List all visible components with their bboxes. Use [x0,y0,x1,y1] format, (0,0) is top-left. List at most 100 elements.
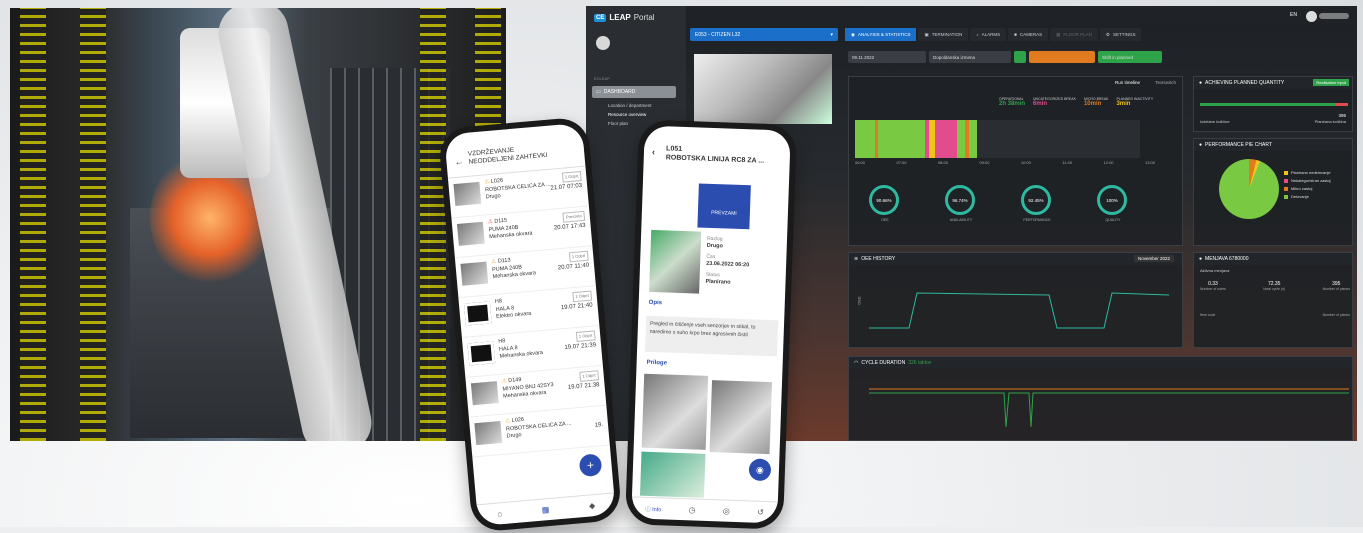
tab-analysis[interactable]: ◉ ANALYSIS & STATISTICS [845,28,917,41]
textswitch-tab[interactable]: Textswitch [1155,80,1176,85]
legend-value: 3min [1116,101,1131,107]
bottom-nav: ⓘ Info ◷ ◎ ↺ [631,496,778,524]
period-select[interactable]: Dopoldanska izmena [929,51,1011,63]
legend-item: Delovanje [1284,193,1331,201]
sidebar-item-location[interactable]: Location / department [608,103,652,108]
legend-item: Nekategoriziran zastoj [1284,177,1331,185]
wifi-icon: ◠ [854,360,859,366]
user-avatar-top[interactable] [1306,11,1317,22]
history-icon[interactable]: ↺ [757,508,764,517]
gauge: 92.45% PERFORMANCE [1021,185,1053,222]
item-code: L026 [490,177,504,185]
gauge-value: 100% [1097,185,1127,215]
apply-button[interactable] [1014,51,1026,63]
stat-label: Ideal cycle (s) [1263,287,1286,291]
oee-history-chart [869,292,1170,329]
tab-settings[interactable]: ⚙ SETTINGS [1099,28,1142,41]
prevzemi-button[interactable]: PREVZAMI [697,183,751,230]
user-avatar[interactable] [596,36,610,50]
produced-label: Izdelane količine [1200,119,1230,124]
sidebar-item-resource[interactable]: Resource overview [608,112,646,117]
shift-stats: 0.33 Number of users 72.35 Ideal cycle (s) 3… [1200,281,1350,291]
panel-title: ● PERFORMANCE PIE CHART [1194,139,1352,151]
bottom-nav: ⌂ ▦ ◆ [476,492,616,527]
time-tick: 11:00 [1062,160,1073,165]
machine-select-value: E053 - CITIZEN L32 [695,31,741,38]
tab-alarms[interactable]: ♪ ALARMS [970,28,1007,41]
attachment-image[interactable] [639,451,706,498]
shift-button[interactable]: Shift in planned [1098,51,1162,63]
attachment-image[interactable] [709,380,773,455]
camera-icon: ■ [1014,32,1017,37]
time-tick: 08:00 [937,160,948,165]
info-status: Status Planirano [705,272,785,289]
sidebar-item-label: DASHBOARD [603,89,636,95]
realisation-badge[interactable]: Realisation input [1313,79,1349,86]
timeline-segment [965,120,969,158]
factory-photo [10,8,506,441]
stat: 72.35 Ideal cycle (s) [1263,281,1285,291]
date-input[interactable]: 09.11.2022 [848,51,926,63]
shift-panel: ● MENJAVA 6780000 Aktivna menjava 0.33 Num… [1193,252,1353,348]
thumbnail [456,221,485,246]
run-timeline-bar [855,120,1140,158]
info-icon: ● [1199,142,1203,148]
monitor-icon: ▭ [596,89,601,95]
tab-label: SETTINGS [1112,32,1136,37]
info-value: Planirano [705,278,731,286]
machine-image [694,54,832,124]
thumbnail [474,420,503,446]
item-code: D149 [508,376,522,385]
item-code: H8 [498,338,506,345]
nav-info-label: Info [652,506,662,513]
cycle-panel: ◠ CYCLE DURATION 326 taktov [848,356,1353,441]
gauge-label: OEE [881,218,889,222]
gauge-value: 90.66% [869,185,899,215]
language-select[interactable]: EN [1290,12,1297,18]
user-name [1319,13,1349,19]
tab-label: ALARMS [981,32,1001,37]
list-icon[interactable]: ▦ [541,505,549,515]
recalculate-button[interactable] [1029,51,1095,63]
tab-termination[interactable]: ▣ TERMINATION [918,28,969,41]
month-select[interactable]: November 2022 [1133,255,1174,262]
add-button[interactable]: + [578,453,603,478]
panel-title: ≋ OEE HISTORY [849,253,1182,265]
filter-controls: 09.11.2022 Dopoldanska izmena Shift in p… [848,51,1162,63]
legend-label: Planirano nedelovanje [1291,170,1331,175]
timer-icon[interactable]: ◷ [688,505,695,514]
timeline-segment [875,120,878,158]
info-value: Drugo [706,242,724,250]
col-header: Item code [1200,313,1216,317]
achieving-title: ACHIEVING PLANNED QUANTITY [1205,80,1285,86]
opis-label: Opis [648,299,663,307]
attachment-image[interactable] [641,373,709,450]
eye-icon[interactable]: ◎ [723,507,730,516]
time-tick: 13:00 [1144,160,1155,165]
cycle-title: CYCLE DURATION [861,360,906,366]
sidebar-item-dashboard[interactable]: ▭ DASHBOARD [592,86,676,98]
legend-swatch [1284,186,1288,191]
tab-floorplan[interactable]: ▦ FLOOR PLAN [1050,28,1098,41]
gauge-value: 96.74% [945,185,975,215]
back-arrow-icon[interactable]: ‹ [652,147,655,157]
home-icon[interactable]: ⌂ [497,509,503,518]
run-timeline-tab[interactable]: Run timeline [1115,80,1140,85]
tab-cameras[interactable]: ■ CAMERAS [1008,28,1049,41]
sidebar-item-floorplan[interactable]: Floor plan [608,121,628,126]
nav-info[interactable]: ⓘ Info [645,504,661,513]
status-badge: 1 Odprt [568,250,589,262]
brand-name: LEAP [609,13,631,22]
gauge-label: PERFORMANCE [1023,218,1051,222]
box-icon[interactable]: ◆ [589,501,596,511]
shift-subtitle: Aktivna menjava [1200,268,1230,273]
stat: 395 Number of pieces [1323,281,1350,291]
tab-label: ANALYSIS & STATISTICS [857,32,911,37]
machine-select[interactable]: E053 - CITIZEN L32 ▾ [690,28,838,41]
phone-request-detail: ‹ L051 ROBOTSKA LINIJA RC8 ZA ... PREVZA… [624,119,798,530]
camera-button[interactable]: ◉ [748,458,772,482]
chart-icon: ◉ [851,31,855,37]
back-arrow-icon[interactable]: ← [454,156,464,167]
legend-swatch [1284,170,1288,175]
info-reason: Razlog Drugo [707,236,787,253]
